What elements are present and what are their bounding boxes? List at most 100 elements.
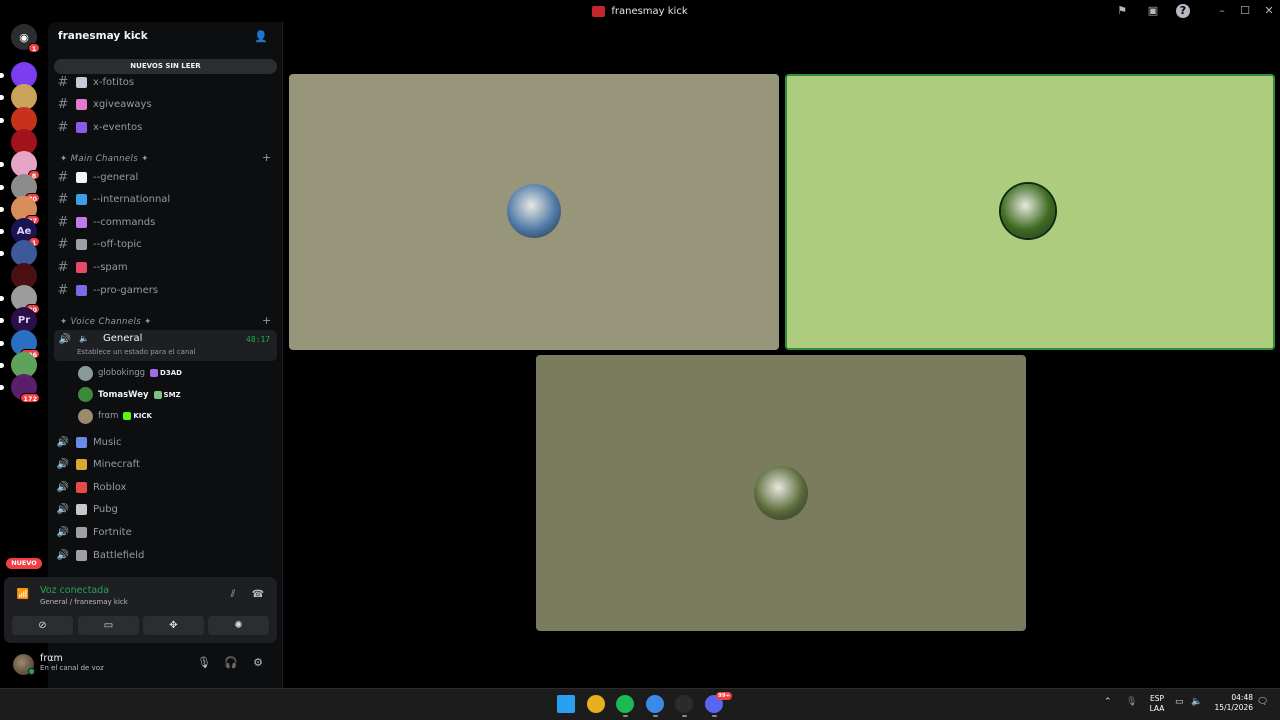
- channel-label: --general: [93, 171, 139, 183]
- taskbar-clock[interactable]: 04:48 15/1/2026: [1213, 693, 1253, 713]
- channel-emoji-icon: [76, 526, 87, 538]
- channel-label: --commands: [93, 216, 156, 228]
- inbox-icon[interactable]: ▣: [1146, 4, 1160, 18]
- user-name[interactable]: frαm: [40, 653, 63, 664]
- connection-signal-icon[interactable]: 📶: [16, 589, 30, 603]
- voice-user-row[interactable]: TomasWey SMZ: [78, 387, 181, 403]
- language-top: ESP: [1149, 694, 1165, 703]
- channel-music[interactable]: 🔊 Music: [56, 432, 277, 452]
- soundboard-button[interactable]: ✺: [208, 616, 269, 635]
- discord-home-button[interactable]: ◉ 1: [11, 24, 40, 53]
- channel-emoji-icon: [76, 481, 87, 493]
- voice-user-avatar: [78, 387, 93, 402]
- voice-user-tag-text: D3AD: [160, 369, 182, 377]
- category-main[interactable]: ✦ Main Channels ✦: [60, 154, 275, 164]
- channel-emoji-icon: [76, 76, 87, 88]
- notifications-icon[interactable]: 🗨: [1257, 697, 1268, 707]
- channel-x-fotitos[interactable]: # x-fotitos: [56, 72, 277, 92]
- volume-icon[interactable]: 🔈: [1191, 697, 1202, 707]
- channel-label: --off-topic: [93, 239, 142, 251]
- channel-pubg[interactable]: 🔊 Pubg: [56, 500, 277, 520]
- channel-x-eventos[interactable]: # x-eventos: [56, 117, 277, 137]
- running-indicator: [712, 715, 717, 717]
- voice-user-tag: D3AD: [150, 369, 182, 377]
- tag-icon: [123, 412, 132, 420]
- hash-icon: #: [57, 97, 69, 113]
- flag-icon[interactable]: ⚑: [1115, 4, 1129, 18]
- obs-icon[interactable]: [675, 695, 693, 713]
- add-voice-channel-icon[interactable]: +: [262, 314, 271, 327]
- chrome-profile-icon[interactable]: [646, 695, 664, 713]
- minimize-icon[interactable]: –: [1215, 4, 1229, 18]
- channel-emoji-icon: [76, 239, 87, 251]
- disconnect-icon[interactable]: ☎: [251, 589, 265, 603]
- channel-spam[interactable]: # --spam: [56, 257, 277, 277]
- voice-user-row[interactable]: globokingg D3AD: [78, 365, 182, 381]
- channel-pro-gamers[interactable]: # --pro-gamers: [56, 280, 277, 300]
- server-15[interactable]: 172: [0, 374, 40, 403]
- channel-label: --pro-gamers: [93, 284, 159, 296]
- channel-label: Fortnite: [93, 526, 132, 538]
- invite-people-icon[interactable]: 👤: [254, 30, 268, 44]
- chevron-down-icon[interactable]: ⌄: [131, 31, 138, 40]
- channel-off-topic[interactable]: # --off-topic: [56, 235, 277, 255]
- hash-icon: #: [57, 237, 69, 253]
- voice-user-tag-text: SMZ: [163, 390, 181, 399]
- channel-internationnal[interactable]: # --internationnal: [56, 190, 277, 210]
- clock-time: 04:48: [1231, 693, 1253, 702]
- speaker-icon: 🔊: [56, 549, 70, 561]
- channel-roblox[interactable]: 🔊 Roblox: [56, 477, 277, 497]
- noise-suppression-icon[interactable]: ⫽: [226, 589, 240, 603]
- windows-taskbar: [0, 688, 1280, 720]
- participant-avatar: [754, 466, 808, 520]
- voice-user-tag-text: KICK: [133, 412, 152, 420]
- voice-channel-timer: 48:17: [246, 335, 271, 344]
- network-icon[interactable]: ▭: [1175, 697, 1184, 707]
- microphone-icon[interactable]: 🎙: [197, 656, 211, 670]
- channel-emoji-icon: [76, 171, 87, 183]
- tray-mic-icon[interactable]: 🎙: [1126, 697, 1137, 707]
- channel-label: --spam: [93, 261, 128, 273]
- close-icon[interactable]: ✕: [1262, 4, 1276, 18]
- speaker-icon: 🔊: [56, 481, 70, 493]
- taskbar-badge: 99+: [716, 692, 733, 700]
- voice-emoji-icon: 🔈: [79, 334, 89, 343]
- voice-connected-title[interactable]: Voz conectada: [40, 585, 109, 596]
- camera-toggle-button[interactable]: ⊘: [12, 616, 73, 635]
- category-voice[interactable]: ✦ Voice Channels ✦: [60, 317, 275, 327]
- new-servers-badge[interactable]: NUEVO: [6, 558, 42, 569]
- chrome-icon[interactable]: [587, 695, 605, 713]
- window-title-group: franesmay kick: [0, 0, 1280, 22]
- windows-start-icon[interactable]: [557, 695, 575, 713]
- channel-fortnite[interactable]: 🔊 Fortnite: [56, 522, 277, 542]
- voice-channel-status[interactable]: Establece un estado para el canal: [77, 348, 196, 356]
- speaker-icon: 🔊: [56, 526, 70, 538]
- channel-general[interactable]: # --general: [56, 167, 277, 187]
- speaker-icon: 🔊: [56, 436, 70, 448]
- voice-user-row[interactable]: frαm KICK: [78, 408, 152, 424]
- channel-battlefield[interactable]: 🔊 Battlefield: [56, 545, 277, 565]
- hash-icon: #: [57, 169, 69, 185]
- channel-commands[interactable]: # --commands: [56, 212, 277, 232]
- headphones-icon[interactable]: 🎧: [224, 656, 238, 670]
- voice-channel-name: General: [103, 333, 143, 344]
- channel-xgiveaways[interactable]: # xgiveaways: [56, 95, 277, 115]
- language-bottom: LAA: [1149, 704, 1165, 713]
- speaker-icon: 🔊: [56, 504, 70, 516]
- screen-share-button[interactable]: ▭: [78, 616, 139, 635]
- channel-minecraft[interactable]: 🔊 Minecraft: [56, 455, 277, 475]
- channel-label: x-fotitos: [93, 76, 135, 88]
- voice-user-tag: SMZ: [153, 390, 181, 399]
- activities-button[interactable]: ✥: [143, 616, 204, 635]
- maximize-icon[interactable]: ☐: [1238, 4, 1252, 18]
- add-channel-icon[interactable]: +: [262, 151, 271, 164]
- spotify-icon[interactable]: [616, 695, 634, 713]
- help-icon[interactable]: ?: [1176, 4, 1190, 18]
- tray-chevron-icon[interactable]: ⌃: [1104, 697, 1112, 707]
- hash-icon: #: [57, 119, 69, 135]
- hash-icon: #: [57, 282, 69, 298]
- gear-icon[interactable]: ⚙: [251, 656, 265, 670]
- language-indicator[interactable]: ESP LAA: [1146, 694, 1168, 714]
- clock-date: 15/1/2026: [1214, 703, 1253, 712]
- voice-connected-subtitle[interactable]: General / franesmay kick: [40, 598, 128, 606]
